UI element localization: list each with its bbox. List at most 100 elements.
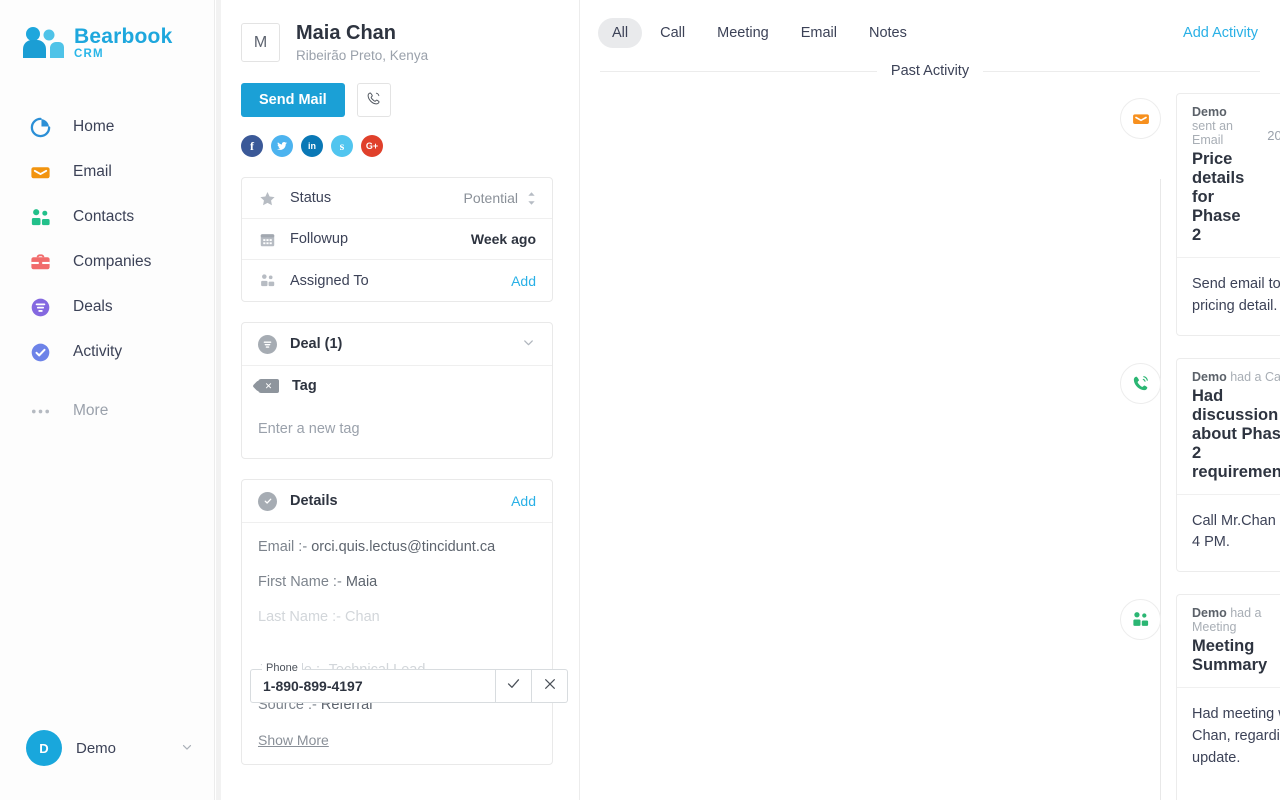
facebook-icon[interactable]: f [241,135,263,157]
call-button[interactable] [356,83,391,117]
sidebar-item-home[interactable]: Home [0,105,214,150]
activity-meta: Demo sent an Email Price details for Pha… [1192,105,1244,245]
deal-header[interactable]: Deal (1) [242,323,552,366]
details-card: Details Add Email :- orci.quis.lectus@ti… [241,479,568,765]
activity-body: Had meeting with Mr Maia Chan, regarding… [1177,688,1280,800]
tab-all[interactable]: All [598,18,643,48]
activity-panel: All Call Meeting Email Notes Add Activit… [580,0,1280,800]
activity-date: 20 Feb 2019 [1267,127,1280,143]
activity-item-email: Demo sent an Email Price details for Pha… [580,93,1280,336]
people-icon [258,272,276,290]
activity-body-spacer [1192,769,1280,799]
star-icon [258,189,276,207]
panel-scrollbar[interactable] [216,0,221,800]
activity-body-intro: Had meeting with Mr Maia Chan, regarding… [1192,706,1280,766]
activity-meta: Demo had a Call Had discussion about Pha… [1192,370,1280,482]
tag-header: ✕ Tag [242,366,552,406]
past-activity-label: Past Activity [890,63,970,79]
sidebar-item-email[interactable]: Email [0,150,214,195]
activity-actor: Demo [1192,606,1227,620]
activity-action: had a Call [1230,369,1280,384]
status-value-wrap[interactable]: Potential [464,190,536,206]
activity-feed: Demo sent an Email Price details for Pha… [580,93,1280,800]
tag-remove-icon[interactable]: ✕ [258,379,279,393]
envelope-icon [1120,98,1161,139]
twitter-icon[interactable] [271,135,293,157]
activity-card[interactable]: Demo sent an Email Price details for Pha… [1176,93,1280,336]
sidebar-nav: Home Email Contacts Companies Deals Acti… [0,105,214,434]
tag-input-area[interactable]: Enter a new tag [242,406,552,458]
user-profile-menu[interactable]: D Demo [0,730,214,800]
ellipsis-icon [27,398,53,424]
activity-card[interactable]: Demo had a Call Had discussion about Pha… [1176,357,1280,572]
activity-title: Had discussion about Phase 2 requirement… [1192,386,1280,481]
chevron-down-icon[interactable] [180,740,194,757]
avatar: D [26,730,62,766]
close-icon [542,676,558,697]
tag-input-placeholder: Enter a new tag [258,421,360,437]
activity-date: 18 Feb 2019 [1267,607,1280,627]
activity-card[interactable]: Demo had a Meeting Meeting Summary 18 Fe… [1176,594,1280,800]
sidebar-item-contacts[interactable]: Contacts [0,195,214,240]
details-body: Email :- orci.quis.lectus@tincidunt.ca F… [242,523,568,764]
googleplus-icon[interactable]: G+ [361,135,383,157]
assigned-to-add-link[interactable]: Add [511,273,536,289]
status-label: Status [290,190,332,206]
detail-email: Email :- orci.quis.lectus@tincidunt.ca [258,539,536,555]
phone-cancel-button[interactable] [532,669,568,703]
activity-card-header: Demo sent an Email Price details for Pha… [1177,94,1280,258]
activity-body: Send email to Mr.Chan for pricing detail… [1192,276,1280,314]
status-row[interactable]: Status Potential [242,178,552,219]
activity-item-call: Demo had a Call Had discussion about Pha… [580,357,1280,572]
sidebar-item-label: Companies [73,253,152,270]
phone-icon [365,90,382,110]
tab-notes[interactable]: Notes [855,18,921,48]
divider-line-left [600,70,877,72]
phone-confirm-button[interactable] [496,669,532,703]
funnel-icon [27,294,53,320]
detail-last-name: Last Name :- Chan [258,609,536,625]
activity-title: Price details for Phase 2 [1192,150,1245,244]
brand[interactable]: Bearbook CRM [0,0,214,61]
followup-value: Week ago [470,231,536,247]
phone-input-wrapper[interactable]: Phone 1-890-899-4197 [250,662,496,703]
tab-meeting[interactable]: Meeting [703,18,783,48]
assigned-to-row[interactable]: Assigned To Add [242,260,552,301]
sidebar-item-activity[interactable]: Activity [0,330,214,375]
add-activity-button[interactable]: Add Activity [1183,25,1258,41]
stepper-icon[interactable] [527,191,536,206]
contact-location: Ribeirão Preto, Kenya [296,48,429,63]
details-add-link[interactable]: Add [511,493,536,509]
calendar-icon [258,230,276,248]
detail-first-name-value: Maia [345,574,378,590]
detail-last-name-label: Last Name :- [258,609,341,625]
detail-first-name: First Name :- Maia [258,574,536,590]
sidebar-item-companies[interactable]: Companies [0,240,214,285]
phone-input[interactable]: 1-890-899-4197 [263,678,363,694]
send-mail-button[interactable]: Send Mail [241,83,345,117]
sidebar: Bearbook CRM Home Email Contacts Compani… [0,0,215,800]
app-root: Bearbook CRM Home Email Contacts Compani… [0,0,1280,800]
followup-row[interactable]: Followup Week ago [242,219,552,260]
tab-call[interactable]: Call [646,18,699,48]
funnel-circle-icon [258,334,277,354]
tab-email[interactable]: Email [787,18,851,48]
linkedin-icon[interactable]: in [301,135,323,157]
sidebar-item-label: Deals [73,298,113,315]
sidebar-item-label: Contacts [73,208,135,225]
skype-icon[interactable]: s [331,135,353,157]
sidebar-item-deals[interactable]: Deals [0,285,214,330]
deal-tag-card: Deal (1) ✕ Tag Enter a new tag [241,322,553,459]
check-circle-gray-icon [258,491,277,511]
chevron-down-icon[interactable] [521,335,536,353]
activity-actor-line: Demo had a Meeting [1192,606,1267,634]
phone-icon [1120,362,1161,404]
check-circle-icon [27,339,53,365]
activity-timestamp: 1:00 PM 20 Feb 2019 [1244,105,1280,145]
activity-timestamp: 18 Feb 2019 [1267,606,1280,627]
people-icon [27,204,53,230]
activity-card-header: Demo had a Call Had discussion about Pha… [1177,359,1280,495]
sidebar-item-label: Email [73,163,112,180]
sidebar-item-more[interactable]: More [0,389,214,434]
show-more-link[interactable]: Show More [258,732,329,748]
